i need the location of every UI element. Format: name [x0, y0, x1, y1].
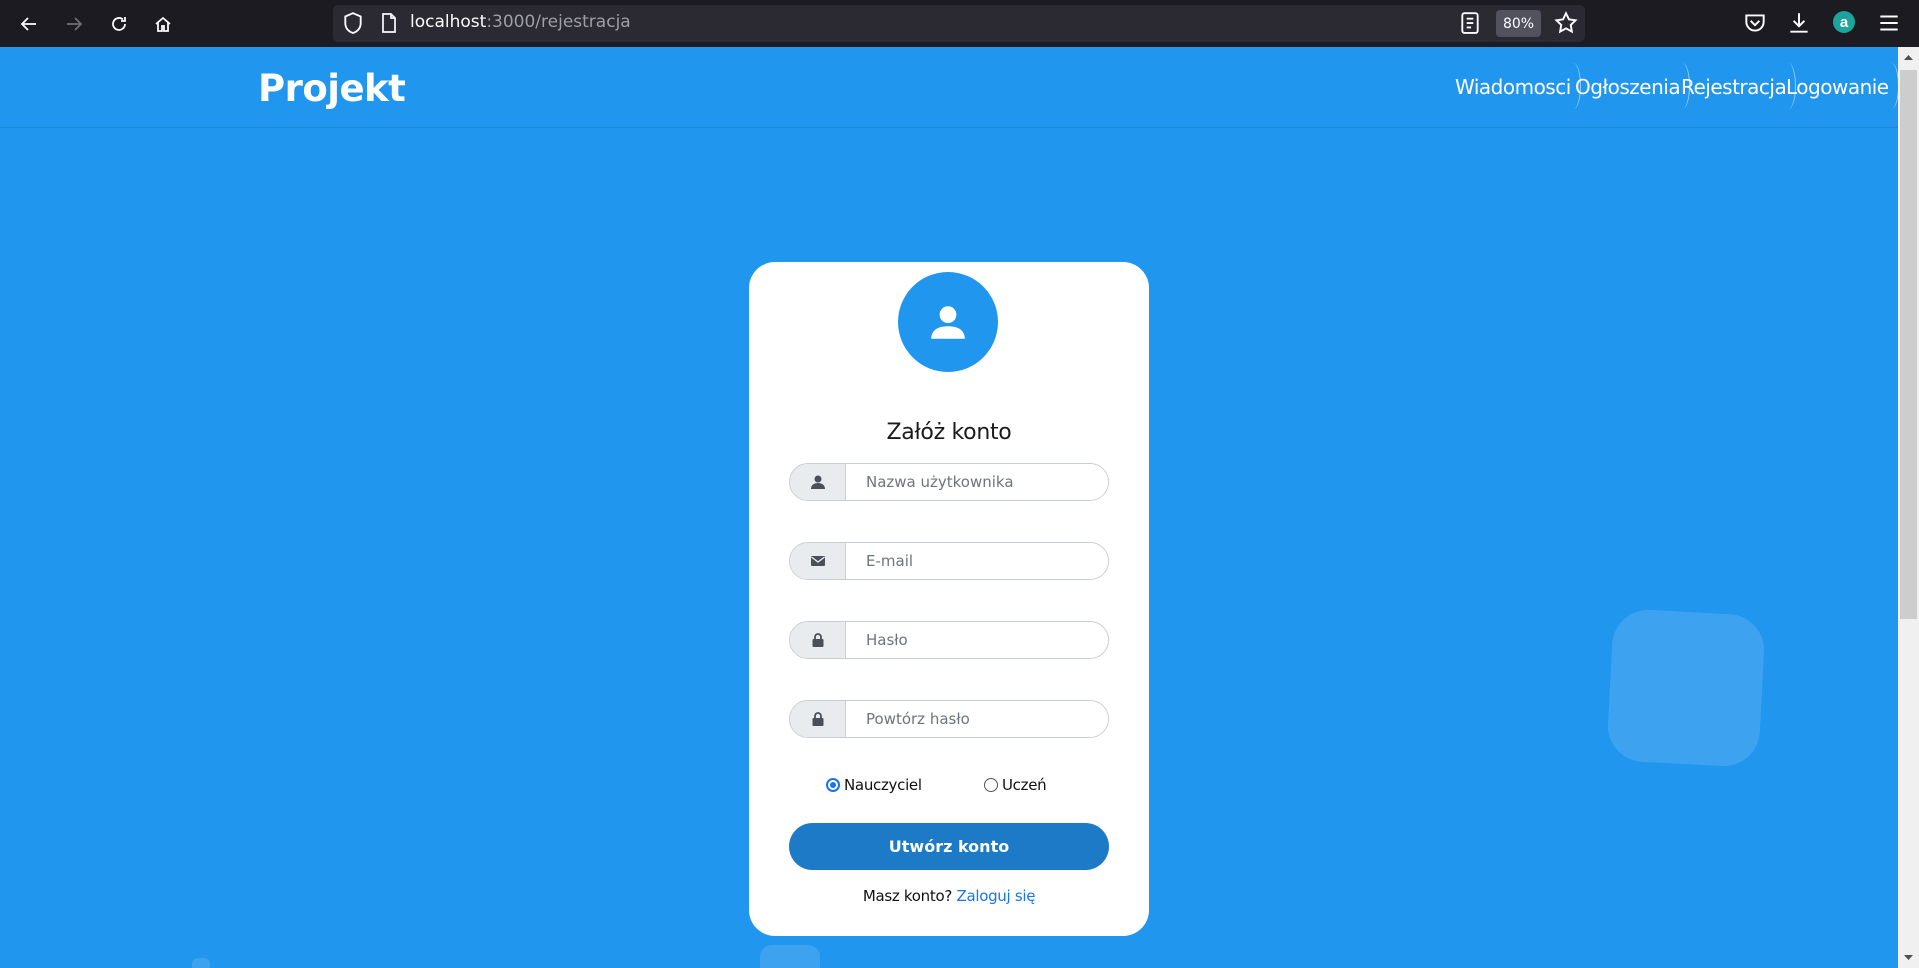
password-field[interactable]: [789, 621, 1109, 659]
registration-card: Załóż konto Nauczyciel Uczeń Utwórz kont…: [749, 262, 1149, 936]
reader-view-icon[interactable]: [1459, 11, 1481, 35]
page-icon[interactable]: [380, 12, 398, 34]
nav-link-logowanie[interactable]: Logowanie: [1786, 63, 1899, 109]
scroll-thumb[interactable]: [1900, 70, 1917, 619]
login-prompt-text: Masz konto?: [862, 887, 952, 905]
username-field[interactable]: [789, 463, 1109, 501]
back-icon[interactable]: [16, 11, 42, 37]
download-icon[interactable]: [1786, 10, 1812, 36]
repeat-password-field[interactable]: [789, 700, 1109, 738]
page-scrollbar[interactable]: [1898, 47, 1919, 968]
user-icon: [931, 306, 965, 339]
url-host: localhost: [410, 12, 487, 32]
bookmark-star-icon[interactable]: [1553, 10, 1579, 36]
radio-button[interactable]: [984, 778, 998, 792]
login-prompt: Masz konto? Zaloguj się: [749, 887, 1149, 905]
repeat-password-input[interactable]: [846, 701, 1108, 737]
hamburger-menu-icon[interactable]: [1876, 10, 1902, 36]
nav-link-rejestracja[interactable]: Rejestracja: [1681, 63, 1797, 109]
scroll-up-arrow-icon[interactable]: [1902, 51, 1915, 64]
url-text[interactable]: localhost:3000/rejestracja: [410, 12, 631, 32]
avatar: [898, 272, 998, 372]
role-radio-nauczyciel[interactable]: Nauczyciel: [826, 776, 922, 794]
extension-icon[interactable]: a: [1833, 11, 1855, 33]
decorative-shape: [1606, 608, 1766, 768]
url-path: :3000/rejestracja: [486, 12, 631, 32]
decorative-shape: [192, 958, 210, 968]
nav-link-ogloszenia[interactable]: Ogłoszenia: [1575, 63, 1691, 109]
radio-label: Nauczyciel: [844, 776, 922, 794]
radio-button[interactable]: [826, 778, 840, 792]
site-header: Projekt Wiadomosci Ogłoszenia Rejestracj…: [0, 47, 1899, 128]
pocket-icon[interactable]: [1742, 10, 1768, 36]
password-input[interactable]: [846, 622, 1108, 658]
lock-icon: [790, 701, 846, 737]
user-icon: [790, 464, 846, 500]
envelope-icon: [790, 543, 846, 579]
create-account-button[interactable]: Utwórz konto: [789, 823, 1109, 870]
reload-icon[interactable]: [106, 11, 132, 37]
scroll-down-arrow-icon[interactable]: [1902, 951, 1915, 964]
username-input[interactable]: [846, 464, 1108, 500]
zoom-level[interactable]: 80%: [1496, 10, 1541, 37]
radio-label: Uczeń: [1002, 776, 1047, 794]
email-field[interactable]: [789, 542, 1109, 580]
decorative-shape: [760, 945, 820, 968]
email-input[interactable]: [846, 543, 1108, 579]
lock-icon: [790, 622, 846, 658]
form-title: Załóż konto: [886, 420, 1012, 445]
login-link[interactable]: Zaloguj się: [956, 887, 1035, 905]
shield-icon[interactable]: [342, 11, 364, 35]
role-radio-uczen[interactable]: Uczeń: [984, 776, 1047, 794]
forward-icon[interactable]: [61, 11, 87, 37]
site-logo[interactable]: Projekt: [258, 67, 406, 110]
nav-link-wiadomosci[interactable]: Wiadomosci: [1455, 63, 1581, 109]
home-icon[interactable]: [150, 11, 176, 37]
